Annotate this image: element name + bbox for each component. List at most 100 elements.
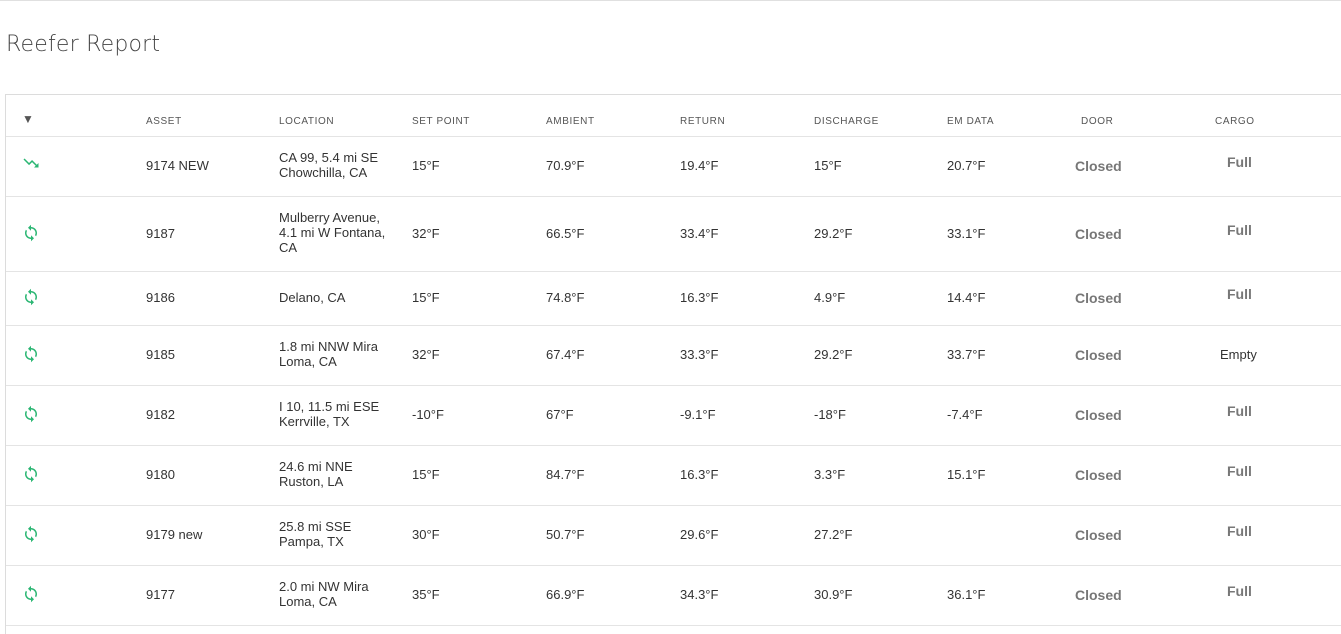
door-status: Closed bbox=[1075, 467, 1122, 483]
trending-down-icon bbox=[22, 154, 40, 172]
door-status: Closed bbox=[1075, 587, 1122, 603]
asset-cell: 9186 bbox=[146, 290, 175, 305]
em-data-cell: 15.1°F bbox=[947, 467, 986, 482]
door-header[interactable]: DOOR bbox=[1081, 116, 1113, 127]
location-line: CA 99, 5.4 mi SE bbox=[279, 150, 378, 165]
set-point-cell: 15°F bbox=[412, 467, 440, 482]
table-row[interactable]: 9177 2.0 mi NW Mira Loma, CA 35°F 66.9°F 34.3… bbox=[6, 565, 1341, 626]
set-point-cell: 32°F bbox=[412, 225, 440, 241]
location-line: Ruston, LA bbox=[279, 474, 344, 489]
table-row[interactable]: 9185 1.8 mi NNW Mira Loma, CA 32°F 67.4°F 33.… bbox=[6, 325, 1341, 386]
location-cell: I 10, 11.5 mi ESE Kerrville, TX bbox=[279, 399, 379, 429]
set-point-cell: -10°F bbox=[412, 407, 444, 422]
door-status: Closed bbox=[1075, 407, 1122, 423]
location-line: 2.0 mi NW Mira bbox=[279, 579, 369, 594]
cargo-status: Full bbox=[1227, 523, 1252, 539]
ambient-cell: 70.9°F bbox=[546, 158, 585, 173]
table-row[interactable]: 9182 I 10, 11.5 mi ESE Kerrville, TX -10°F 6… bbox=[6, 385, 1341, 446]
location-cell: 24.6 mi NNE Ruston, LA bbox=[279, 459, 353, 489]
asset-header[interactable]: ASSET bbox=[146, 116, 182, 127]
em-data-cell: 20.7°F bbox=[947, 158, 986, 173]
cargo-status: Full bbox=[1227, 221, 1252, 238]
location-cell: Mulberry Avenue, 4.1 mi W Fontana, CA bbox=[279, 210, 385, 255]
return-cell: 16.3°F bbox=[680, 467, 719, 482]
table-header-row: ▼ ASSET LOCATION SET POINT AMBIENT RETURN DIS… bbox=[6, 95, 1341, 137]
sync-icon bbox=[22, 405, 40, 423]
em-data-header[interactable]: EM DATA bbox=[947, 116, 994, 127]
return-cell: 34.3°F bbox=[680, 587, 719, 602]
em-data-cell: 33.7°F bbox=[947, 347, 986, 362]
location-line: Chowchilla, CA bbox=[279, 165, 368, 180]
reefer-report-table: ▼ ASSET LOCATION SET POINT AMBIENT RETURN DIS… bbox=[5, 94, 1341, 634]
discharge-cell: 30.9°F bbox=[814, 587, 853, 602]
page-title: Reefer Report bbox=[6, 32, 161, 57]
set-point-header[interactable]: SET POINT bbox=[412, 116, 470, 127]
table-row[interactable]: 9186 Delano, CA 15°F 74.8°F 16.3°F 4.9°F 14.4°… bbox=[6, 271, 1341, 326]
location-line: Delano, CA bbox=[279, 289, 346, 305]
cargo-status: Full bbox=[1227, 154, 1252, 170]
discharge-header[interactable]: DISCHARGE bbox=[814, 116, 879, 127]
table-row[interactable]: 9179 new 25.8 mi SSE Pampa, TX 30°F 50.7°F 29… bbox=[6, 505, 1341, 566]
top-divider bbox=[0, 0, 1341, 1]
em-data-cell: 14.4°F bbox=[947, 290, 986, 305]
location-line: Kerrville, TX bbox=[279, 414, 350, 429]
sync-icon bbox=[22, 224, 40, 242]
cargo-header[interactable]: CARGO bbox=[1215, 116, 1255, 127]
cargo-status: Full bbox=[1227, 463, 1252, 479]
location-cell: Delano, CA bbox=[279, 290, 345, 305]
table-row[interactable]: 9187 Mulberry Avenue, 4.1 mi W Fontana, CA 3… bbox=[6, 196, 1341, 272]
sync-icon bbox=[22, 465, 40, 483]
return-cell: 33.4°F bbox=[680, 225, 719, 241]
location-header[interactable]: LOCATION bbox=[279, 116, 334, 127]
set-point-cell: 35°F bbox=[412, 587, 440, 602]
set-point-cell: 32°F bbox=[412, 347, 440, 362]
set-point-cell: 15°F bbox=[412, 158, 440, 173]
door-status: Closed bbox=[1075, 225, 1122, 242]
cargo-status: Empty bbox=[1220, 347, 1257, 362]
return-cell: -9.1°F bbox=[680, 407, 716, 422]
location-line: 1.8 mi NNW Mira bbox=[279, 339, 378, 354]
return-cell: 29.6°F bbox=[680, 527, 719, 542]
asset-cell: 9179 new bbox=[146, 527, 203, 542]
sync-icon bbox=[22, 585, 40, 603]
ambient-cell: 67.4°F bbox=[546, 347, 585, 362]
sync-icon bbox=[22, 345, 40, 363]
location-cell: CA 99, 5.4 mi SE Chowchilla, CA bbox=[279, 150, 378, 180]
return-cell: 19.4°F bbox=[680, 158, 719, 173]
asset-cell: 9182 bbox=[146, 407, 175, 422]
ambient-header[interactable]: AMBIENT bbox=[546, 116, 595, 127]
ambient-cell: 66.9°F bbox=[546, 587, 585, 602]
asset-cell: 9187 bbox=[146, 225, 175, 241]
location-line: 4.1 mi W Fontana, bbox=[279, 225, 386, 240]
ambient-cell: 50.7°F bbox=[546, 527, 585, 542]
door-status: Closed bbox=[1075, 290, 1122, 306]
asset-cell: 9180 bbox=[146, 467, 175, 482]
location-cell: 1.8 mi NNW Mira Loma, CA bbox=[279, 339, 378, 369]
location-cell: 2.0 mi NW Mira Loma, CA bbox=[279, 579, 369, 609]
cargo-status: Full bbox=[1227, 583, 1252, 599]
em-data-cell: 33.1°F bbox=[947, 225, 986, 241]
discharge-cell: 29.2°F bbox=[814, 225, 853, 241]
set-point-cell: 30°F bbox=[412, 527, 440, 542]
discharge-cell: 3.3°F bbox=[814, 467, 846, 482]
discharge-cell: 15°F bbox=[814, 158, 842, 173]
location-cell: 25.8 mi SSE Pampa, TX bbox=[279, 519, 351, 549]
asset-cell: 9174 NEW bbox=[146, 158, 209, 173]
location-line: CA bbox=[279, 240, 298, 255]
asset-cell: 9185 bbox=[146, 347, 175, 362]
door-status: Closed bbox=[1075, 347, 1122, 363]
set-point-cell: 15°F bbox=[412, 290, 440, 305]
sync-icon bbox=[22, 525, 40, 543]
location-line: Mulberry Avenue, bbox=[279, 210, 380, 225]
table-row[interactable]: 9174 NEW CA 99, 5.4 mi SE Chowchilla, CA 15… bbox=[6, 136, 1341, 197]
discharge-cell: 29.2°F bbox=[814, 347, 853, 362]
return-cell: 16.3°F bbox=[680, 290, 719, 305]
caret-down-icon[interactable]: ▼ bbox=[22, 112, 34, 126]
discharge-cell: -18°F bbox=[814, 407, 846, 422]
discharge-cell: 4.9°F bbox=[814, 290, 846, 305]
location-line: Loma, CA bbox=[279, 594, 337, 609]
location-line: I 10, 11.5 mi ESE bbox=[279, 399, 380, 414]
table-row[interactable]: 9180 24.6 mi NNE Ruston, LA 15°F 84.7°F 16.3°… bbox=[6, 445, 1341, 506]
em-data-cell: 36.1°F bbox=[947, 587, 986, 602]
return-header[interactable]: RETURN bbox=[680, 116, 725, 127]
